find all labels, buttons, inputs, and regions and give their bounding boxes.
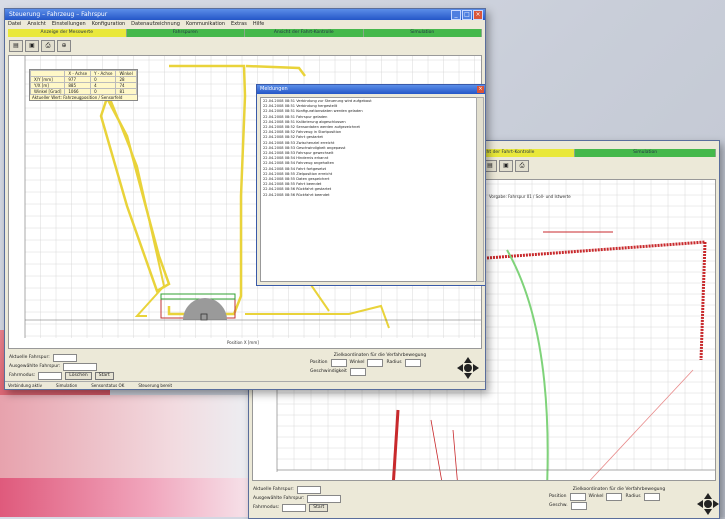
table-cell: 1066 (64, 88, 92, 95)
track-pink (582, 369, 694, 489)
save-icon[interactable]: ▣ (25, 40, 39, 52)
sensor-field (183, 298, 227, 320)
legend-note: Aktueller Wert: Fahrzeugposition / Senso… (32, 95, 123, 100)
selected-track-field[interactable] (307, 494, 342, 503)
track-red (391, 409, 400, 489)
selected-track-label: Ausgewählte Fahrspur: (253, 496, 305, 501)
messages-dialog[interactable]: Meldungen × 22.04.2008 08:51 Verbindung z… (256, 84, 485, 286)
vehicle-outline (160, 293, 236, 300)
decor-pink-band (0, 395, 250, 485)
toolbar: ▤ ▣ ⎙ ⊕ (5, 38, 485, 54)
menu-item-2[interactable]: Einstellungen (52, 20, 86, 28)
menu-item-3[interactable]: Konfiguration (92, 20, 125, 28)
decor-magenta-band (0, 478, 250, 517)
tab-simulation[interactable]: Simulation (363, 29, 482, 37)
target-panel-secondary: Zielkoordinaten für die Verfahrbewegung … (549, 487, 689, 510)
status-text: Verbindung aktiv (8, 383, 42, 388)
speed-label: Geschwindigkeit (310, 369, 347, 374)
table-cell: 0 (90, 88, 117, 95)
menu-item-5[interactable]: Kommunikation (186, 20, 225, 28)
current-track-label: Aktuelle Fahrspur: (253, 487, 294, 492)
selected-track-field[interactable] (63, 362, 98, 371)
menu-item-4[interactable]: Datenaufzeichnung (131, 20, 180, 28)
angle-label: Winkel (588, 494, 604, 499)
direction-pad-icon[interactable] (457, 357, 479, 379)
tab-messwerte[interactable]: Anzeige der Messwerte (8, 29, 127, 37)
radius-label: Radius (386, 360, 402, 365)
menu-item-7[interactable]: Hilfe (253, 20, 264, 28)
delete-button[interactable]: Löschen (65, 371, 92, 380)
status-text: Simulation (55, 383, 78, 388)
current-track-field[interactable] (296, 485, 321, 494)
status-text: Steuerung bereit (138, 383, 173, 388)
current-track-field[interactable] (52, 353, 77, 362)
title-bar: Steuerung – Fahrzeug – Fahrspur _ □ × (5, 9, 485, 20)
mode-field[interactable] (282, 503, 307, 512)
message-list[interactable]: 22.04.2008 08:51 Verbindung zur Steuerun… (260, 97, 477, 282)
minimize-icon[interactable]: _ (451, 10, 461, 20)
x-axis-label: Position X [mm] (227, 340, 259, 345)
target-panel: Zielkoordinaten für die Verfahrbewegung … (310, 353, 450, 376)
position-field[interactable] (569, 492, 586, 501)
print-icon[interactable]: ⎙ (515, 160, 529, 172)
message-line: 22.04.2008 08:56 Rückfahrt beendet (263, 192, 330, 197)
print-icon[interactable]: ⎙ (41, 40, 55, 52)
track-green (506, 249, 549, 489)
save-icon[interactable]: ▣ (499, 160, 513, 172)
selected-track-label: Ausgewählte Fahrspur: (9, 364, 61, 369)
table-header: Y - Achse (90, 70, 117, 77)
toolbar: ▤ ▣ ⎙ (479, 158, 719, 174)
close-icon[interactable]: × (473, 10, 483, 20)
direction-pad-icon[interactable] (697, 493, 719, 515)
status-text: Sensorstatus OK (91, 383, 125, 388)
position-label: Position (310, 360, 328, 365)
maximize-icon[interactable]: □ (462, 10, 472, 20)
menu-item-6[interactable]: Extras (231, 20, 247, 28)
start-button[interactable]: Start (94, 371, 114, 380)
menu-bar: Datei Ansicht Einstellungen Konfiguration Da… (5, 20, 485, 28)
mode-label: Fahrmodus: (9, 373, 36, 378)
control-panel-secondary: Aktuelle Fahrspur: Ausgewählte Fahrspur:… (253, 485, 342, 512)
plot-title: Vorgabe: Fahrspur 01 / Soll- und Istwert… (489, 194, 571, 199)
table-row: Winkel [Grad] 1066 0 81 (29, 88, 137, 95)
window-main: Steuerung – Fahrzeug – Fahrspur _ □ × Date… (4, 8, 486, 390)
track-yellow (108, 95, 166, 317)
tab-fahrt-kontrolle[interactable]: Ansicht der Fahrt-Kontrolle (245, 29, 364, 37)
scrollbar[interactable] (476, 97, 484, 282)
position-field[interactable] (330, 358, 347, 367)
position-table: X - Achse Y - Achse Winkel X/Y [mm] 977 0 28 Y… (29, 69, 138, 101)
angle-label: Winkel (349, 360, 365, 365)
start-button[interactable]: Start (309, 503, 329, 512)
menu-item-1[interactable]: Ansicht (27, 20, 45, 28)
open-icon[interactable]: ▤ (9, 40, 23, 52)
radius-field[interactable] (643, 492, 660, 501)
speed-label: Geschw. (549, 503, 568, 508)
window-title: Steuerung – Fahrzeug – Fahrspur (9, 11, 108, 18)
current-track-label: Aktuelle Fahrspur: (9, 355, 50, 360)
tab-fahrspuren[interactable]: Fahrspuren (126, 29, 245, 37)
control-panel: Aktuelle Fahrspur: Ausgewählte Fahrspur:… (9, 353, 114, 380)
track-red (430, 419, 459, 489)
track-red (699, 241, 707, 361)
zoom-icon[interactable]: ⊕ (57, 40, 71, 52)
track-yellow (245, 281, 390, 329)
table-cell: Winkel [Grad] (29, 88, 66, 95)
mode-label: Fahrmodus: (253, 505, 280, 510)
speed-field[interactable] (570, 501, 587, 510)
status-bar: Verbindung aktiv Simulation Sensorstatus O… (5, 381, 485, 389)
position-label: Position (549, 494, 567, 499)
angle-field[interactable] (606, 492, 623, 501)
radius-label: Radius (625, 494, 641, 499)
tab-simulation[interactable]: Simulation (575, 149, 717, 157)
mode-field[interactable] (38, 371, 63, 380)
angle-field[interactable] (367, 358, 384, 367)
dialog-title: Meldungen (260, 86, 288, 92)
tab-bar: Anzeige der Messwerte Fahrspuren Ansicht… (8, 29, 482, 37)
menu-item-0[interactable]: Datei (8, 20, 21, 28)
speed-field[interactable] (349, 367, 366, 376)
close-icon[interactable]: × (477, 86, 484, 93)
table-cell: 81 (115, 88, 137, 95)
radius-field[interactable] (404, 358, 421, 367)
table-header: X - Achse (64, 70, 92, 77)
